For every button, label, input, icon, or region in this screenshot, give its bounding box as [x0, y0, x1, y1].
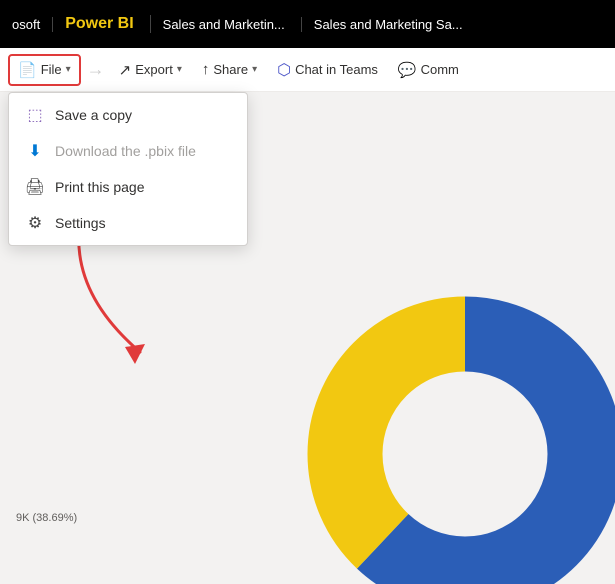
print-page-item[interactable]: 🖨 Print this page: [9, 169, 247, 205]
chart-area: [235, 204, 615, 584]
download-pbix-item: ⬇ Download the .pbix file: [9, 133, 247, 169]
download-pbix-label: Download the .pbix file: [55, 143, 196, 159]
save-copy-item[interactable]: ⬚ Save a copy: [9, 97, 247, 133]
toolbar: 📄 File ▾ → ↗ Export ▾ ↑ Share ▾ ⬡ Chat i…: [0, 48, 615, 92]
comment-label: Comm: [421, 62, 459, 77]
print-page-label: Print this page: [55, 179, 145, 195]
report-title: Sales and Marketin...: [163, 17, 302, 32]
save-copy-label: Save a copy: [55, 107, 132, 123]
share-label: Share: [213, 62, 248, 77]
comment-button[interactable]: 💬 Comm: [390, 54, 467, 86]
top-bar: osoft Power BI Sales and Marketin... Sal…: [0, 0, 615, 48]
export-button[interactable]: ↗ Export ▾: [111, 54, 190, 86]
file-button[interactable]: 📄 File ▾: [8, 54, 81, 86]
share-icon: ↑: [202, 61, 210, 78]
arrow-separator-icon: →: [87, 59, 105, 80]
share-chevron-icon: ▾: [252, 64, 257, 75]
file-dropdown-menu: ⬚ Save a copy ⬇ Download the .pbix file …: [8, 92, 248, 246]
settings-label: Settings: [55, 215, 106, 231]
file-chevron-icon: ▾: [66, 64, 71, 75]
settings-icon: ⚙: [25, 213, 45, 233]
app-name: Power BI: [65, 15, 150, 33]
report-subtitle: Sales and Marketing Sa...: [314, 17, 607, 32]
export-icon: ↗: [119, 61, 132, 79]
share-button[interactable]: ↑ Share ▾: [194, 54, 265, 86]
comment-icon: 💬: [398, 61, 417, 79]
export-label: Export: [135, 62, 173, 77]
file-icon: 📄: [18, 61, 37, 79]
chat-teams-label: Chat in Teams: [295, 62, 378, 77]
file-label: File: [41, 62, 62, 77]
save-copy-icon: ⬚: [25, 105, 45, 125]
print-icon: 🖨: [25, 177, 45, 197]
donut-chart: [285, 274, 615, 584]
chat-teams-button[interactable]: ⬡ Chat in Teams: [269, 54, 386, 86]
logo-text: osoft: [8, 17, 53, 32]
settings-item[interactable]: ⚙ Settings: [9, 205, 247, 241]
bottom-percentage-label: 9K (38.69%): [16, 512, 77, 524]
download-icon: ⬇: [25, 141, 45, 161]
teams-icon: ⬡: [277, 60, 291, 80]
export-chevron-icon: ▾: [177, 64, 182, 75]
